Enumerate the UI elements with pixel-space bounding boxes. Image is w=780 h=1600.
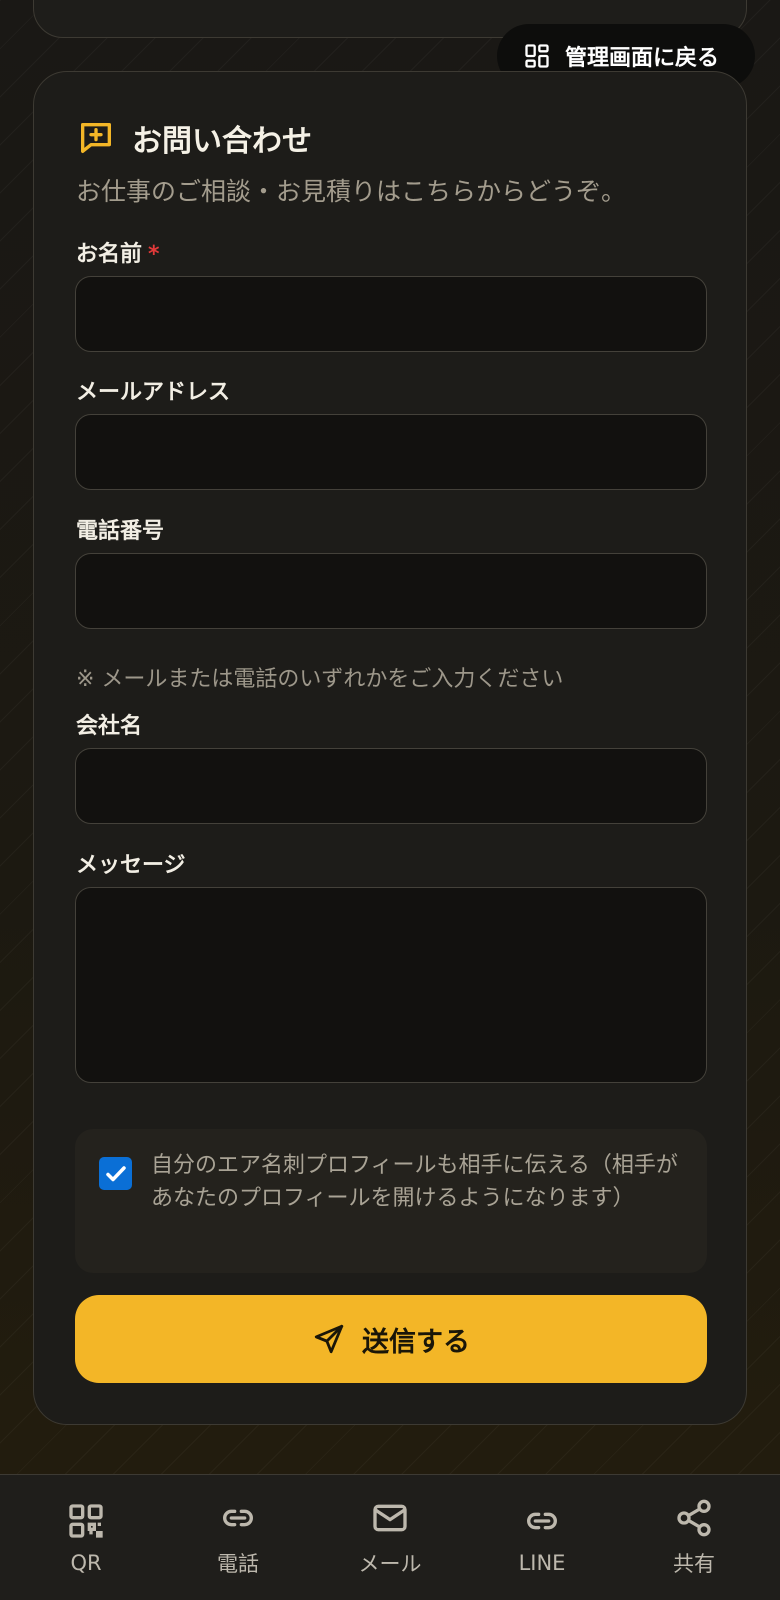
name-label-text: お名前 <box>76 242 143 267</box>
link-icon <box>223 1509 253 1526</box>
mail-icon <box>373 1504 407 1531</box>
nav-item-label: 共有 <box>673 1551 715 1576</box>
share-icon <box>677 1499 711 1536</box>
nav-item-qr[interactable]: QR <box>26 1501 146 1575</box>
consent-checkbox[interactable] <box>99 1157 132 1190</box>
message-plus-icon <box>81 123 112 153</box>
nav-item-line[interactable]: LINE <box>482 1501 602 1575</box>
email-label: メールアドレス <box>76 380 231 405</box>
qr-code-icon <box>69 1503 103 1538</box>
send-icon <box>314 1324 344 1354</box>
nav-item-label: QR <box>70 1550 102 1575</box>
contact-card: お問い合わせ お仕事のご相談・お見積りはこちらからどうぞ。 お名前 * メールアド… <box>33 71 747 1425</box>
message-textarea[interactable] <box>75 887 707 1083</box>
nav-item-share[interactable]: 共有 <box>634 1498 754 1578</box>
name-label: お名前 * <box>76 236 160 268</box>
nav-item-label: メール <box>358 1551 422 1576</box>
contact-title-text: お問い合わせ <box>132 124 312 159</box>
bottom-nav: QR 電話 メール LINE 共有 <box>0 1474 780 1600</box>
consent-text: 自分のエア名刺プロフィールも相手に伝える（相手があなたのプロフィールを開けるよう… <box>151 1153 678 1211</box>
company-input[interactable] <box>75 748 707 824</box>
nav-item-label: LINE <box>518 1550 566 1575</box>
checkmark-icon <box>105 1165 126 1181</box>
nav-item-label: 電話 <box>217 1551 259 1576</box>
contact-note: ※ メールまたは電話のいずれかをご入力ください <box>76 667 564 692</box>
phone-input[interactable] <box>75 553 707 629</box>
back-to-admin-label: 管理画面に戻る <box>565 46 720 71</box>
phone-label: 電話番号 <box>76 519 165 544</box>
grid-icon <box>525 44 549 68</box>
consent-box: 自分のエア名刺プロフィールも相手に伝える（相手があなたのプロフィールを開けるよう… <box>75 1129 707 1273</box>
nav-item-phone[interactable]: 電話 <box>178 1498 298 1578</box>
contact-title: お問い合わせ <box>76 116 312 160</box>
submit-label: 送信する <box>362 1326 470 1358</box>
contact-subtitle: お仕事のご相談・お見積りはこちらからどうぞ。 <box>76 177 627 206</box>
name-input[interactable] <box>75 276 707 352</box>
nav-item-mail[interactable]: メール <box>330 1498 450 1578</box>
company-label: 会社名 <box>76 714 143 739</box>
email-input[interactable] <box>75 414 707 490</box>
link-icon <box>527 1512 557 1529</box>
message-label: メッセージ <box>76 853 186 878</box>
required-mark: * <box>148 242 160 267</box>
submit-button[interactable]: 送信する <box>75 1295 707 1383</box>
